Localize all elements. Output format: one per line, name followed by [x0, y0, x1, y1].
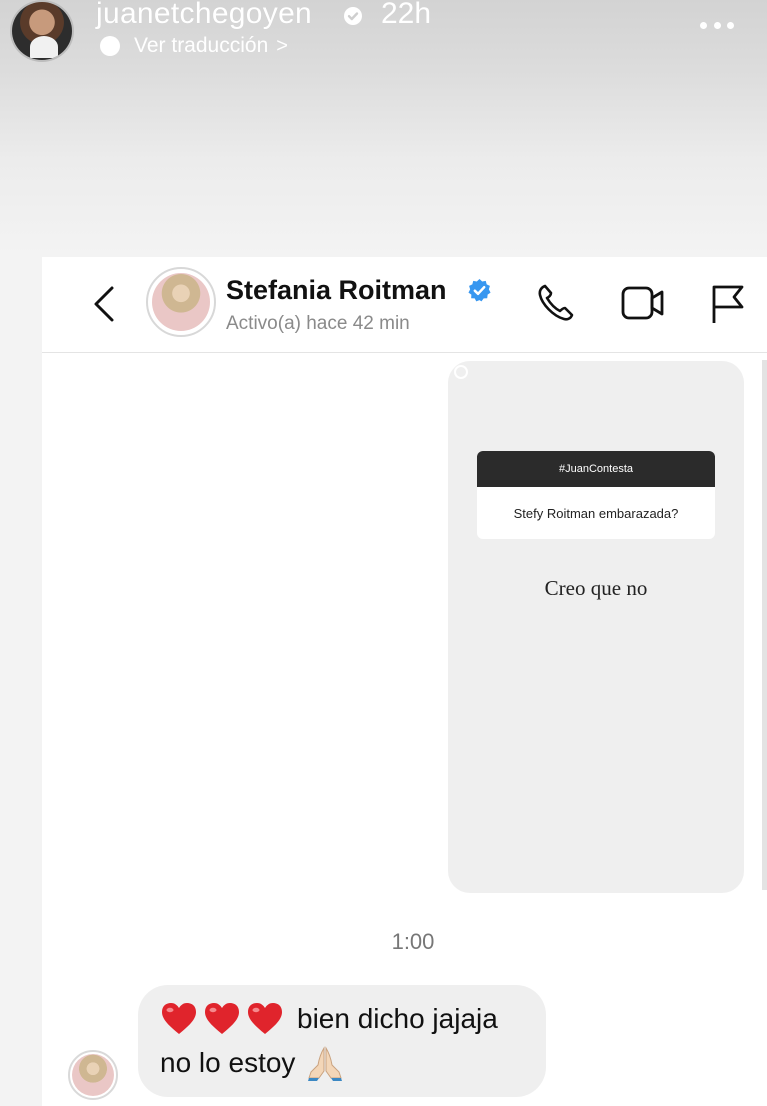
see-translation-label: Ver traducción — [134, 34, 269, 57]
heart-icon — [162, 1003, 196, 1034]
heart-icon — [205, 1003, 239, 1034]
question-sticker: #JuanContesta Stefy Roitman embarazada? — [477, 451, 715, 539]
message-text-line-1: bien dicho jajaja — [297, 1003, 498, 1034]
story-header: juanetchegoyen 22h Ver traducción > — [0, 0, 767, 255]
message-text-line-2: no lo estoy — [160, 1047, 296, 1078]
dm-header: Stefania Roitman Activo(a) hace 42 min — [42, 257, 767, 353]
story-author-avatar[interactable] — [10, 0, 74, 62]
story-indicator-icon — [454, 365, 468, 379]
question-text: Stefy Roitman embarazada? — [513, 505, 679, 521]
chevron-right-icon: > — [276, 34, 288, 57]
message-line-1: bien dicho jajaja — [160, 999, 498, 1039]
story-username[interactable]: juanetchegoyen — [96, 0, 312, 31]
message-line-2: no lo estoy — [160, 1043, 345, 1083]
verified-icon — [468, 279, 491, 302]
answer-text: Creo que no — [544, 576, 648, 600]
message-timestamp: 1:00 — [391, 929, 435, 954]
translate-icon — [100, 36, 120, 56]
hearts-emoji — [160, 1001, 289, 1037]
phone-icon[interactable] — [536, 282, 576, 324]
more-icon[interactable] — [700, 18, 734, 32]
message-bubble[interactable]: bien dicho jajaja no lo estoy — [138, 985, 546, 1097]
pray-icon — [308, 1046, 343, 1081]
contact-avatar[interactable] — [146, 267, 216, 337]
question-hashtag: #JuanContesta — [477, 451, 715, 487]
flag-icon[interactable] — [710, 283, 746, 325]
contact-name[interactable]: Stefania Roitman — [226, 275, 447, 306]
see-translation-link[interactable]: Ver traducción > — [100, 33, 288, 59]
dm-screenshot: Stefania Roitman Activo(a) hace 42 min #… — [42, 257, 767, 1106]
contact-status: Activo(a) hace 42 min — [226, 313, 410, 334]
heart-icon — [248, 1003, 282, 1034]
story-reply-preview[interactable]: #JuanContesta Stefy Roitman embarazada? … — [448, 361, 744, 893]
verified-icon — [344, 7, 362, 25]
back-icon[interactable] — [90, 284, 118, 324]
video-icon[interactable] — [620, 285, 666, 321]
sender-avatar[interactable] — [68, 1050, 118, 1100]
next-story-edge — [762, 360, 767, 890]
story-timestamp: 22h — [381, 0, 432, 30]
